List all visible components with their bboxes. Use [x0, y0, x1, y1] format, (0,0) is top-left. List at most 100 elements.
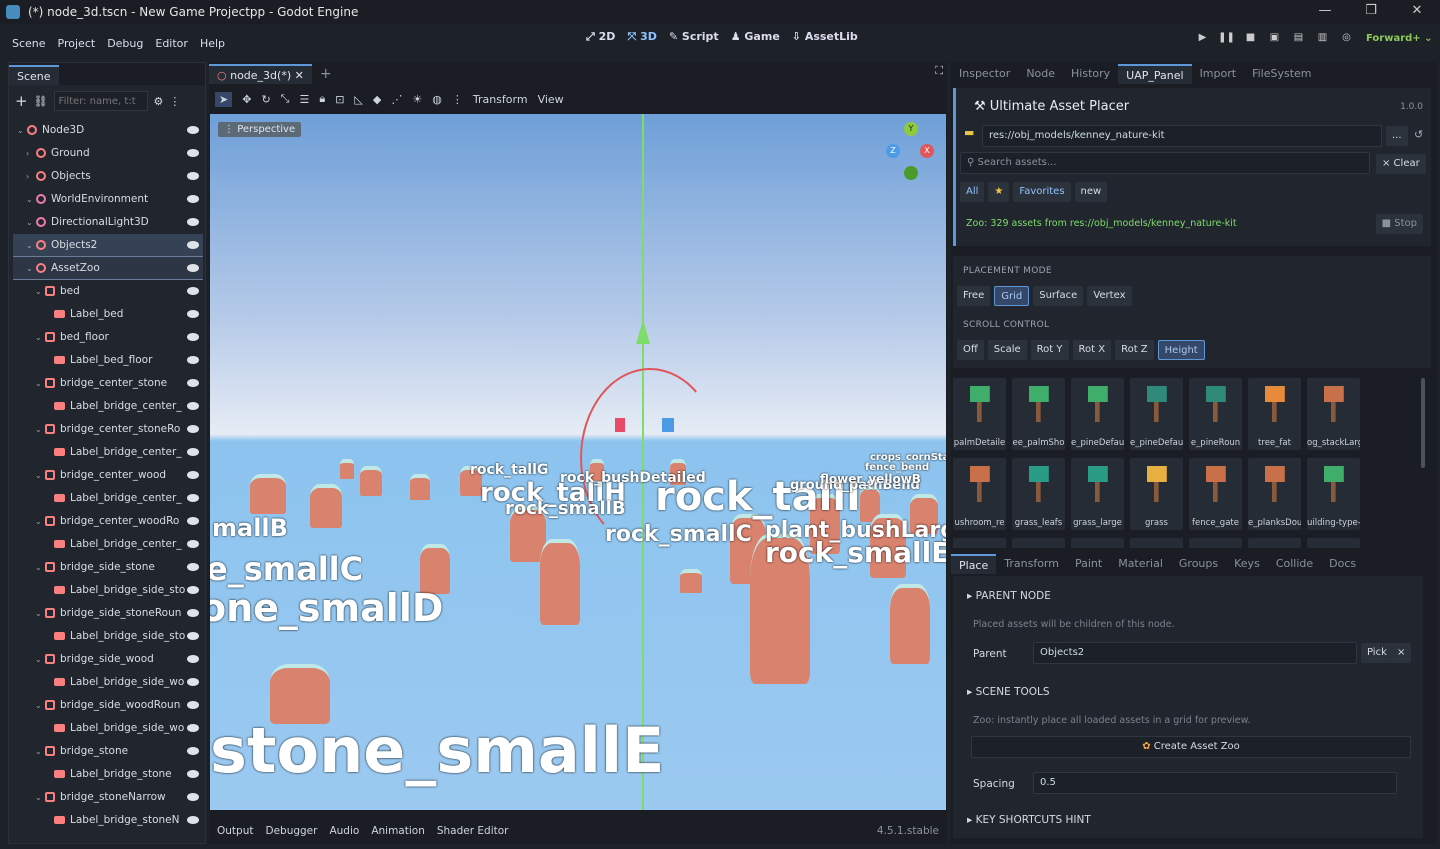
visibility-icon[interactable] [187, 471, 199, 479]
tree-node[interactable]: › Ground [13, 142, 203, 164]
visibility-icon[interactable] [187, 126, 199, 134]
parent-field[interactable]: Objects2 [1033, 642, 1357, 664]
asset-tile[interactable]: e_pineRoun [1189, 378, 1242, 450]
axis-gizmo[interactable]: Y X Z [886, 122, 934, 184]
add-node-icon[interactable]: + [15, 92, 28, 110]
asset-tile[interactable] [1248, 538, 1301, 548]
asset-tile[interactable] [1189, 538, 1242, 548]
asset-tile[interactable] [1307, 538, 1360, 548]
tab-node-3d[interactable]: ○ node_3d(*) ✕ [209, 64, 312, 84]
visibility-icon[interactable] [187, 678, 199, 686]
tree-node[interactable]: Label_bridge_center_ [13, 487, 203, 509]
group-icon[interactable]: ⊡ [335, 93, 344, 106]
more-options-icon[interactable]: ⋮ [452, 93, 463, 106]
expand-arrow-icon[interactable]: ⌄ [35, 793, 45, 802]
tab-import[interactable]: Import [1192, 64, 1245, 84]
placement-free-button[interactable]: Free [957, 286, 991, 306]
filter-all-button[interactable]: All [960, 182, 985, 202]
tree-node[interactable]: ⌄ DirectionalLight3D [13, 211, 203, 233]
tab-material[interactable]: Material [1110, 554, 1171, 574]
asset-grid-scrollbar[interactable] [1421, 378, 1425, 468]
tree-node[interactable]: ⌄ bridge_side_wood [13, 648, 203, 670]
tab-docs[interactable]: Docs [1321, 554, 1364, 574]
expand-arrow-icon[interactable]: ⌄ [26, 264, 36, 273]
scroll-rot-y-button[interactable]: Rot Y [1030, 340, 1069, 360]
script-icon[interactable]: ⚙ [154, 95, 164, 108]
sun-icon[interactable]: ☀ [412, 93, 422, 106]
tree-node[interactable]: Label_bridge_side_sto [13, 579, 203, 601]
tree-node[interactable]: Label_bridge_stoneN [13, 809, 203, 831]
asset-tile[interactable]: e_pineDefau [1071, 378, 1124, 450]
tree-node[interactable]: › Objects [13, 165, 203, 187]
tab-groups[interactable]: Groups [1171, 554, 1226, 574]
tab-transform[interactable]: Transform [996, 554, 1067, 574]
workspace-assetlib-button[interactable]: ⇩ AssetLib [792, 30, 858, 44]
tree-node[interactable]: Label_bridge_center_ [13, 533, 203, 555]
pick-button[interactable]: Pick [1361, 643, 1393, 663]
visibility-icon[interactable] [187, 195, 199, 203]
tab-audio[interactable]: Audio [329, 825, 359, 837]
visibility-icon[interactable] [187, 609, 199, 617]
filter-favorites-button[interactable]: Favorites [1013, 182, 1071, 202]
snap-icon[interactable]: ⋰ [391, 93, 402, 106]
visibility-icon[interactable] [187, 632, 199, 640]
visibility-icon[interactable] [187, 586, 199, 594]
tab-node[interactable]: Node [1018, 64, 1063, 84]
visibility-icon[interactable] [187, 379, 199, 387]
list-select-icon[interactable]: ☰ [299, 93, 309, 106]
expand-arrow-icon[interactable]: ⌄ [26, 218, 36, 227]
workspace-script-button[interactable]: ✎ Script [669, 30, 719, 44]
visibility-icon[interactable] [187, 701, 199, 709]
expand-arrow-icon[interactable]: › [26, 172, 36, 181]
more-icon[interactable]: ⋮ [169, 95, 180, 108]
tab-paint[interactable]: Paint [1067, 554, 1110, 574]
tree-node[interactable]: ⌄ bridge_center_stoneRo [13, 418, 203, 440]
visibility-icon[interactable] [187, 747, 199, 755]
visibility-icon[interactable] [187, 218, 199, 226]
3d-viewport[interactable]: ⋮ Perspective stone_smallE one_smallD e_sm… [210, 114, 946, 810]
tree-node[interactable]: Label_bed_floor [13, 349, 203, 371]
menu-scene[interactable]: Scene [6, 37, 52, 50]
asset-tile[interactable]: grass_leafs [1012, 458, 1065, 530]
tree-node[interactable]: ⌄ Node3D [13, 119, 203, 141]
tree-node[interactable]: ⌄ bridge_center_woodRo [13, 510, 203, 532]
expand-arrow-icon[interactable]: ⌄ [35, 287, 45, 296]
asset-tile[interactable]: grass_large [1071, 458, 1124, 530]
tree-node[interactable]: Label_bridge_stone [13, 763, 203, 785]
tab-debugger[interactable]: Debugger [265, 825, 317, 837]
visibility-icon[interactable] [187, 402, 199, 410]
play-custom-icon[interactable]: ▥ [1314, 30, 1331, 46]
tree-node[interactable]: ⌄ bridge_side_stone [13, 556, 203, 578]
asset-tile[interactable]: fence_gate [1189, 458, 1242, 530]
expand-arrow-icon[interactable]: ⌄ [35, 517, 45, 526]
tab-keys[interactable]: Keys [1226, 554, 1268, 574]
play-scene-icon[interactable]: ▤ [1290, 30, 1307, 46]
star-icon[interactable]: ★ [988, 182, 1010, 202]
lock-icon[interactable]: 🔒︎ [319, 92, 325, 106]
y-arrow-icon[interactable] [636, 320, 650, 344]
asset-tile[interactable]: ee_palmSho [1012, 378, 1065, 450]
expand-arrow-icon[interactable]: ⌄ [26, 195, 36, 204]
play-icon[interactable]: ▶ [1194, 30, 1211, 46]
visibility-icon[interactable] [187, 655, 199, 663]
tree-node[interactable]: ⌄ WorldEnvironment [13, 188, 203, 210]
rotate-tool-icon[interactable]: ↻ [261, 93, 270, 106]
maximize-button[interactable]: ❐ [1348, 0, 1394, 24]
visibility-icon[interactable] [187, 724, 199, 732]
z-plane-handle[interactable] [662, 418, 674, 432]
minimize-button[interactable]: — [1302, 0, 1348, 24]
select-tool-icon[interactable]: ➤ [215, 91, 233, 107]
remote-debug-icon[interactable]: ▣ [1266, 30, 1283, 46]
link-icon[interactable]: ⛓ [34, 95, 48, 108]
visibility-icon[interactable] [187, 563, 199, 571]
local-space-icon[interactable]: ◆ [373, 93, 381, 106]
visibility-icon[interactable] [187, 333, 199, 341]
menu-editor[interactable]: Editor [149, 37, 194, 50]
menu-help[interactable]: Help [194, 37, 231, 50]
tree-node[interactable]: ⌄ bed [13, 280, 203, 302]
movie-maker-icon[interactable]: ◎ [1338, 30, 1355, 46]
visibility-icon[interactable] [187, 770, 199, 778]
expand-arrow-icon[interactable]: ⌄ [26, 241, 36, 250]
placement-vertex-button[interactable]: Vertex [1087, 286, 1132, 306]
expand-arrow-icon[interactable]: ⌄ [35, 701, 45, 710]
